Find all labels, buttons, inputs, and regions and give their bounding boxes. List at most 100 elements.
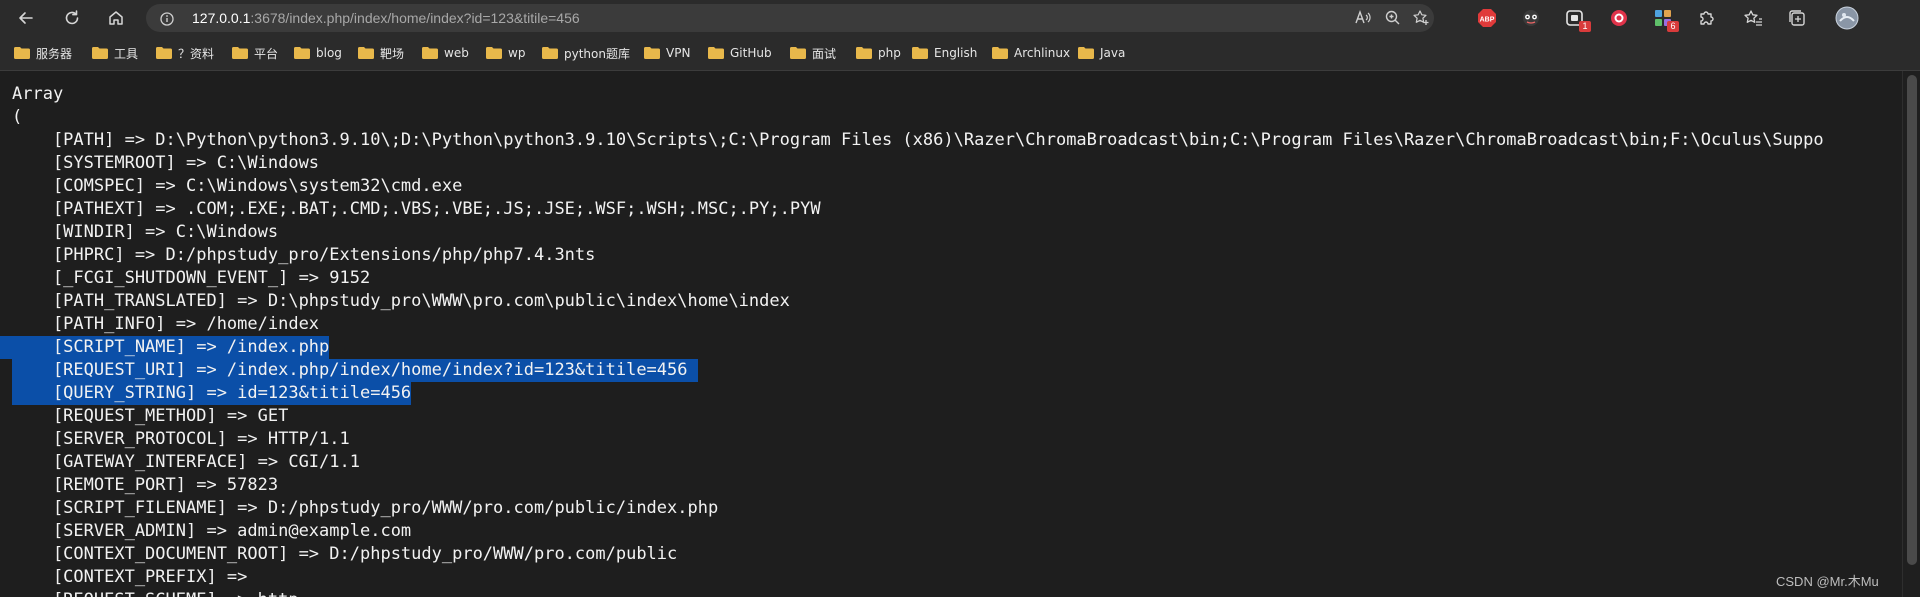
output-line: [COMSPEC] => C:\Windows\system32\cmd.exe <box>12 176 463 196</box>
folder-icon <box>708 47 724 59</box>
folder-icon <box>790 47 806 59</box>
extension-badge: 1 <box>1579 21 1591 32</box>
output-line: [SCRIPT_FILENAME] => D:/phpstudy_pro/WWW… <box>12 498 719 518</box>
bookmark-label: English <box>934 46 978 60</box>
refresh-icon[interactable] <box>58 4 86 32</box>
output-line: [GATEWAY_INTERFACE] => CGI/1.1 <box>12 452 360 472</box>
folder-icon <box>912 47 928 59</box>
bookmark-folder[interactable]: blog <box>294 36 342 70</box>
folder-icon <box>294 47 310 59</box>
output-line: [REQUEST_SCHEME] => http <box>12 589 299 597</box>
bookmark-folder[interactable]: python题库 <box>542 36 630 70</box>
bookmark-folder[interactable]: Java <box>1078 36 1125 70</box>
output-line: [CONTEXT_DOCUMENT_ROOT] => D:/phpstudy_p… <box>12 544 678 564</box>
abp-icon[interactable]: ABP <box>1476 7 1498 29</box>
output-line: [SERVER_ADMIN] => admin@example.com <box>12 521 412 541</box>
output-line: [REMOTE_PORT] => 57823 <box>12 475 279 495</box>
folder-icon <box>486 47 502 59</box>
folder-icon <box>92 47 108 59</box>
output-line: [PATHEXT] => .COM;.EXE;.BAT;.CMD;.VBS;.V… <box>12 199 821 219</box>
vertical-scrollbar[interactable] <box>1902 71 1920 597</box>
bookmark-label: php <box>878 46 901 60</box>
output-line: [SERVER_PROTOCOL] => HTTP/1.1 <box>12 429 350 449</box>
bookmark-folder[interactable]: English <box>912 36 977 70</box>
folder-icon <box>1078 47 1094 59</box>
extension-icon[interactable]: 1 <box>1564 7 1591 32</box>
bookmark-label: VPN <box>666 46 691 60</box>
bookmark-folder[interactable]: 靶场 <box>358 36 404 70</box>
bookmarks-bar: 服务器 工具 ？资料 平台 blog 靶场 web wp python题库 VP… <box>0 36 1920 71</box>
bookmark-label: GitHub <box>730 46 772 60</box>
svg-text:ABP: ABP <box>1480 17 1495 24</box>
output-line: [PATH_INFO] => /home/index <box>12 314 320 334</box>
bookmark-label: 面试 <box>812 46 837 61</box>
favorites-icon[interactable] <box>1742 7 1764 29</box>
bookmark-folder[interactable]: VPN <box>644 36 690 70</box>
output-line-selected: [SCRIPT_NAME] => /index.php <box>0 336 330 359</box>
bookmark-folder[interactable]: 工具 <box>92 36 138 70</box>
bookmark-label: web <box>444 46 469 60</box>
output-line: [WINDIR] => C:\Windows <box>12 222 279 242</box>
folder-icon <box>156 47 172 59</box>
url-path: :3678/index.php/index/home/index?id=123&… <box>250 10 580 26</box>
folder-icon <box>542 47 558 59</box>
bookmark-folder[interactable]: ？资料 <box>156 36 214 70</box>
bookmark-folder[interactable]: wp <box>486 36 525 70</box>
output-line: [SYSTEMROOT] => C:\Windows <box>12 153 320 173</box>
bookmark-folder[interactable]: web <box>422 36 469 70</box>
bookmark-folder[interactable]: GitHub <box>708 36 772 70</box>
scrollbar-thumb[interactable] <box>1907 75 1917 565</box>
folder-icon <box>358 47 374 59</box>
extension-icon[interactable] <box>1520 7 1542 29</box>
bookmark-folder[interactable]: 平台 <box>232 36 278 70</box>
output-line: [CONTEXT_PREFIX] => <box>12 567 248 587</box>
folder-icon <box>14 47 30 59</box>
address-bar[interactable]: 127.0.0.1:3678/index.php/index/home/inde… <box>146 4 1434 32</box>
bookmark-label: wp <box>508 46 526 60</box>
bookmark-label: blog <box>316 46 342 60</box>
folder-icon <box>644 47 660 59</box>
output-line: [PATH_TRANSLATED] => D:\phpstudy_pro\WWW… <box>12 291 790 311</box>
bookmark-folder[interactable]: 面试 <box>790 36 836 70</box>
output-line: ( <box>12 107 23 127</box>
output-line: [PATH] => D:\Python\python3.9.10\;D:\Pyt… <box>12 130 1824 150</box>
back-icon[interactable] <box>12 4 40 32</box>
folder-icon <box>856 47 872 59</box>
bookmark-label: 工具 <box>114 46 139 61</box>
folder-icon <box>232 47 248 59</box>
read-aloud-icon[interactable] <box>1354 9 1372 27</box>
extension-icon[interactable] <box>1608 7 1630 29</box>
collections-icon[interactable] <box>1786 7 1808 29</box>
extension-icon[interactable]: 6 <box>1652 7 1679 32</box>
bookmark-folder[interactable]: 服务器 <box>14 36 72 70</box>
bookmark-folder[interactable]: Archlinux <box>992 36 1070 70</box>
browser-toolbar: 127.0.0.1:3678/index.php/index/home/inde… <box>0 0 1920 36</box>
watermark: CSDN @Mr.木Mu <box>1776 574 1879 589</box>
bookmark-label: ？资料 <box>178 46 215 61</box>
bookmark-label: 平台 <box>254 46 279 61</box>
output-line-selected: [REQUEST_URI] => /index.php/index/home/i… <box>12 359 698 382</box>
output-line: [REQUEST_METHOD] => GET <box>12 406 289 426</box>
bookmark-label: 靶场 <box>380 46 405 61</box>
bookmark-folder[interactable]: php <box>856 36 901 70</box>
home-icon[interactable] <box>102 4 130 32</box>
bookmark-label: Java <box>1100 46 1126 60</box>
output-line-selected: [QUERY_STRING] => id=123&titile=456 <box>12 382 412 405</box>
favorite-add-icon[interactable] <box>1412 9 1430 27</box>
bookmark-label: Archlinux <box>1014 46 1071 60</box>
url-text[interactable]: 127.0.0.1:3678/index.php/index/home/inde… <box>192 8 580 28</box>
bookmark-label: 服务器 <box>36 46 73 61</box>
extensions-puzzle-icon[interactable] <box>1696 7 1718 29</box>
extension-badge: 6 <box>1667 21 1679 32</box>
folder-icon <box>422 47 438 59</box>
info-icon[interactable] <box>160 11 174 26</box>
profile-avatar[interactable] <box>1834 5 1860 31</box>
output-line: Array <box>12 84 64 104</box>
folder-icon <box>992 47 1008 59</box>
url-host: 127.0.0.1 <box>192 10 251 26</box>
zoom-icon[interactable] <box>1384 9 1402 27</box>
bookmark-label: python题库 <box>564 46 630 61</box>
page-content: Array ( [PATH] => D:\Python\python3.9.10… <box>0 71 1902 597</box>
output-line: [_FCGI_SHUTDOWN_EVENT_] => 9152 <box>12 268 371 288</box>
output-line: [PHPRC] => D:/phpstudy_pro/Extensions/ph… <box>12 245 596 265</box>
